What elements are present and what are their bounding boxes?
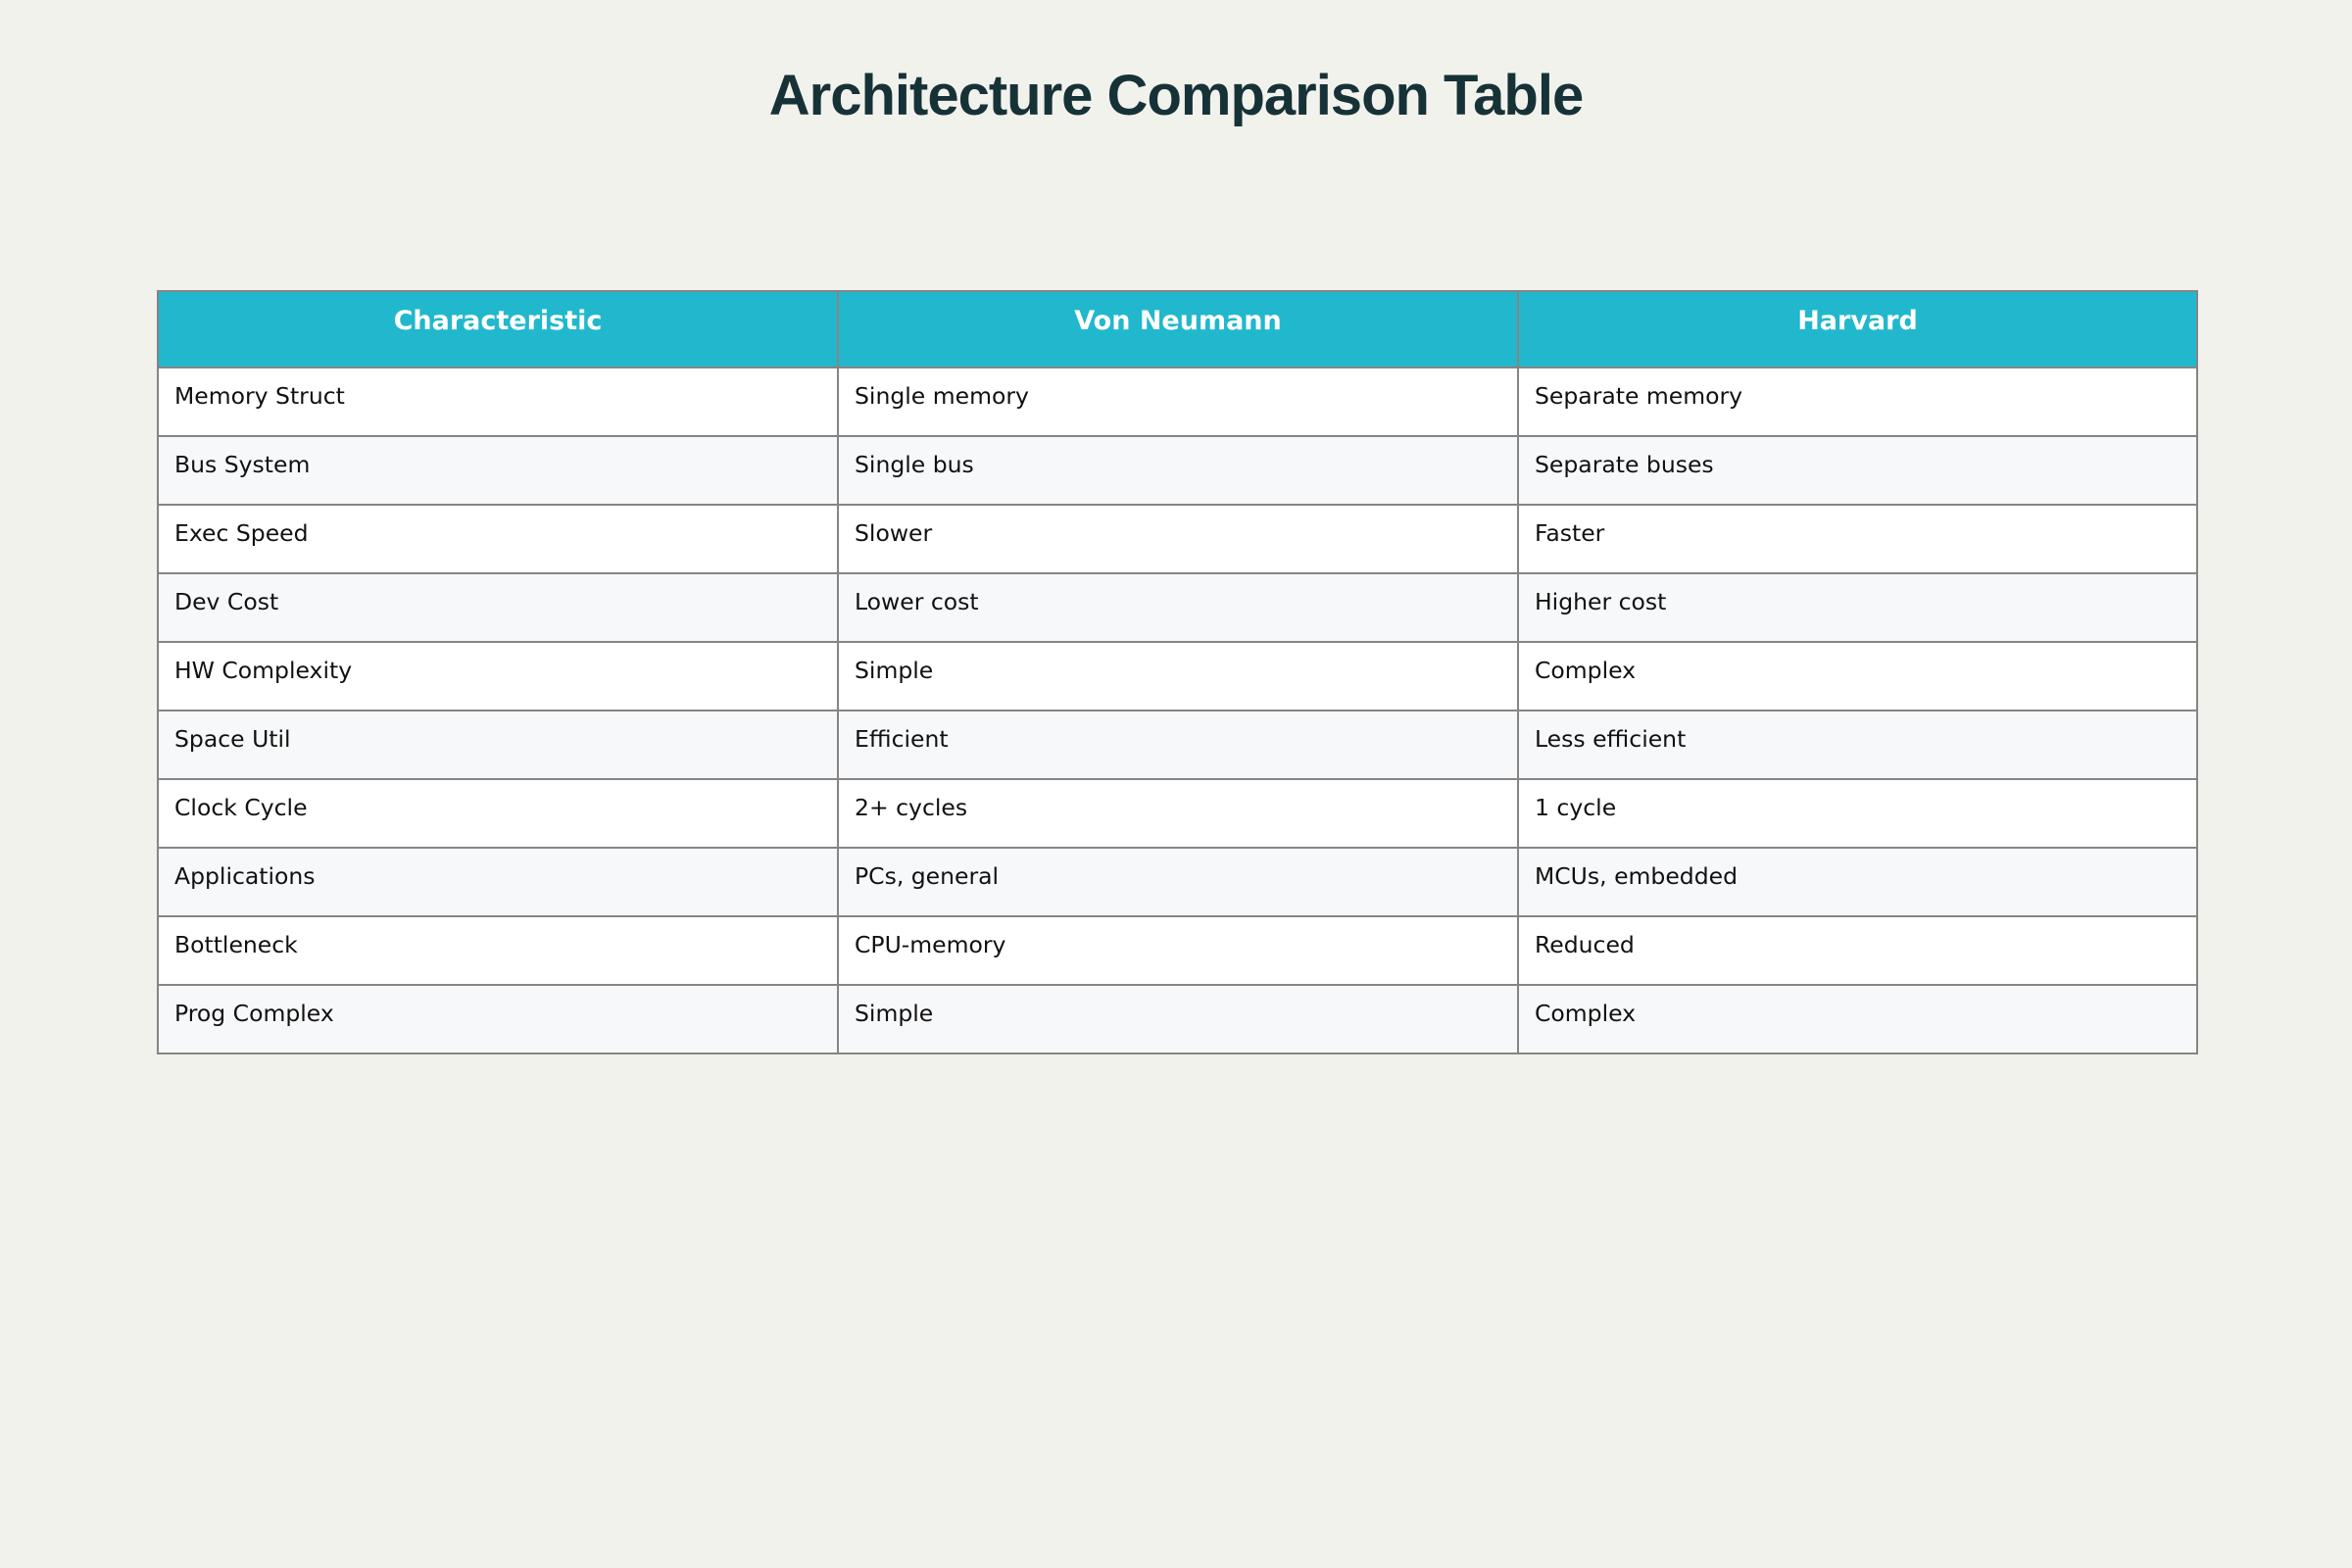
table-header-row: Characteristic Von Neumann Harvard [157, 290, 2198, 368]
table-cell: Complex [1517, 641, 2198, 711]
table-row: Prog Complex Simple Complex [157, 984, 2198, 1054]
table-cell: Applications [157, 847, 839, 917]
table-cell: HW Complexity [157, 641, 839, 711]
column-header-harvard: Harvard [1517, 290, 2198, 368]
table-row: Bottleneck CPU-memory Reduced [157, 915, 2198, 986]
table-body: Memory Struct Single memory Separate mem… [157, 367, 2198, 1054]
table-cell: 1 cycle [1517, 778, 2198, 849]
table-cell: Clock Cycle [157, 778, 839, 849]
table-cell: Bottleneck [157, 915, 839, 986]
table-cell: Efficient [837, 710, 1519, 780]
table-cell: Single memory [837, 367, 1519, 437]
table-cell: Dev Cost [157, 572, 839, 643]
table-cell: Higher cost [1517, 572, 2198, 643]
table-cell: Simple [837, 984, 1519, 1054]
table-cell: Reduced [1517, 915, 2198, 986]
table-row: Memory Struct Single memory Separate mem… [157, 367, 2198, 437]
table-row: HW Complexity Simple Complex [157, 641, 2198, 711]
table-cell: Separate buses [1517, 435, 2198, 506]
table-cell: 2+ cycles [837, 778, 1519, 849]
table-row: Exec Speed Slower Faster [157, 504, 2198, 574]
table-cell: Memory Struct [157, 367, 839, 437]
table-row: Bus System Single bus Separate buses [157, 435, 2198, 506]
table-row: Dev Cost Lower cost Higher cost [157, 572, 2198, 643]
table-cell: Separate memory [1517, 367, 2198, 437]
column-header-von-neumann: Von Neumann [837, 290, 1519, 368]
table-row: Clock Cycle 2+ cycles 1 cycle [157, 778, 2198, 849]
column-header-characteristic: Characteristic [157, 290, 839, 368]
table-row: Applications PCs, general MCUs, embedded [157, 847, 2198, 917]
table-cell: Simple [837, 641, 1519, 711]
table-cell: Single bus [837, 435, 1519, 506]
table-cell: Less efficient [1517, 710, 2198, 780]
table-cell: Faster [1517, 504, 2198, 574]
table-cell: Complex [1517, 984, 2198, 1054]
table-cell: Slower [837, 504, 1519, 574]
comparison-table: Characteristic Von Neumann Harvard Memor… [157, 290, 2198, 1054]
table-cell: Space Util [157, 710, 839, 780]
table-row: Space Util Efficient Less efficient [157, 710, 2198, 780]
table-cell: Exec Speed [157, 504, 839, 574]
table-cell: CPU-memory [837, 915, 1519, 986]
table-cell: PCs, general [837, 847, 1519, 917]
table-cell: MCUs, embedded [1517, 847, 2198, 917]
table-cell: Bus System [157, 435, 839, 506]
page-title: Architecture Comparison Table [768, 64, 1584, 127]
table-cell: Lower cost [837, 572, 1519, 643]
table-cell: Prog Complex [157, 984, 839, 1054]
